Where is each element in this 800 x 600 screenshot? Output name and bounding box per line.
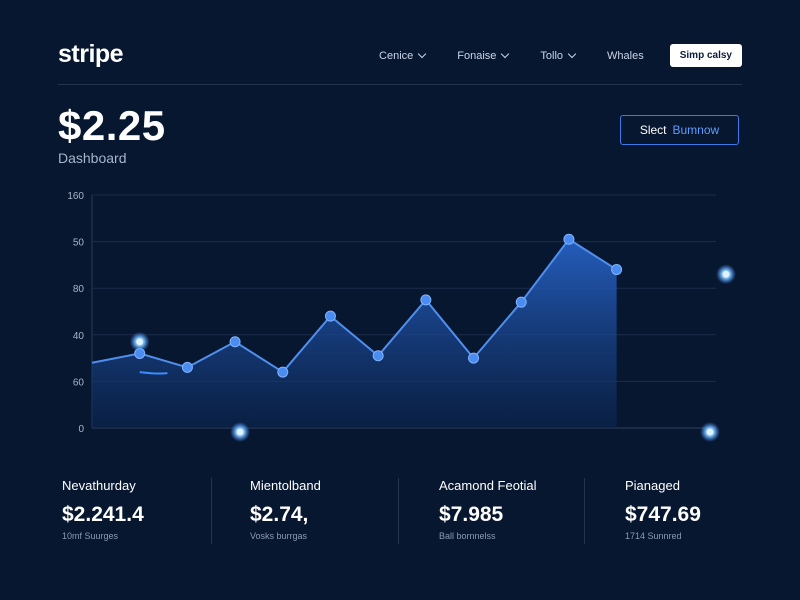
area-chart: 0 60 40 80 50 160	[67, 191, 736, 442]
select-button[interactable]: Slect Bumnow	[620, 115, 739, 145]
stat-title: Mientolband	[250, 478, 321, 493]
stat-title: Nevathurday	[62, 478, 136, 493]
nav-item-label: Tollo	[540, 49, 564, 62]
stat-subtext: Ball bornnelss	[439, 531, 496, 541]
data-point[interactable]	[324, 310, 336, 322]
data-point[interactable]	[277, 366, 289, 378]
stat-title: Acamond Feotial	[439, 478, 537, 493]
y-tick-label: 0	[78, 424, 84, 435]
y-tick-label: 40	[73, 331, 85, 342]
data-point[interactable]	[420, 294, 432, 306]
chevron-down-icon	[501, 49, 510, 58]
brand-logo[interactable]: stripe	[58, 40, 124, 69]
nav-item-tollo[interactable]: Tollo	[540, 49, 577, 62]
top-bar: stripe Cenice Fonaise Tollo Whales Simp …	[58, 40, 742, 72]
select-button-label: Slect	[639, 123, 667, 137]
highlight-marker-core	[722, 270, 730, 278]
stat-value: $7.985	[439, 503, 504, 526]
page-subtitle: Dashboard	[58, 150, 127, 166]
y-tick-label: 160	[67, 191, 84, 202]
stat-value: $747.69	[625, 503, 701, 526]
data-point[interactable]	[229, 336, 241, 348]
select-button-sublabel: Bumnow	[672, 123, 720, 137]
nav-item-fonaise[interactable]: Fonaise	[457, 49, 510, 62]
nav-cta-button[interactable]: Simp calsy	[669, 44, 742, 67]
nav-item-cenice[interactable]: Cenice	[379, 49, 427, 62]
nav-item-whales[interactable]: Whales	[607, 50, 644, 62]
highlight-marker-core	[236, 428, 244, 436]
data-point[interactable]	[563, 233, 575, 245]
stats-row: Nevathurday $2.241.4 10mf Suurges Miento…	[0, 478, 800, 548]
stat-card[interactable]: Pianaged $747.69 1714 Sunnred	[625, 478, 701, 541]
chevron-down-icon	[567, 49, 577, 58]
stat-subtext: 1714 Sunnred	[625, 531, 682, 541]
chevron-down-icon	[418, 49, 427, 58]
stat-subtext: 10mf Suurges	[62, 531, 119, 541]
chart-area	[91, 238, 618, 428]
y-tick-label: 60	[73, 377, 85, 388]
area-fill	[92, 239, 617, 428]
data-point[interactable]	[181, 361, 193, 373]
nav-item-label: Fonaise	[457, 49, 497, 62]
highlight-marker-core	[706, 428, 714, 436]
stat-title: Pianaged	[625, 478, 680, 493]
stat-value: $2.74,	[250, 503, 309, 526]
y-tick-label: 50	[73, 238, 85, 249]
nav-item-label: Whales	[607, 49, 644, 62]
y-axis: 0 60 40 80 50 160	[67, 191, 84, 435]
highlight-marker-core	[136, 338, 144, 346]
nav-item-label: Cenice	[379, 49, 414, 62]
data-point[interactable]	[372, 350, 384, 362]
stat-card[interactable]: Acamond Feotial $7.985 Ball bornnelss	[439, 478, 537, 541]
stat-card[interactable]: Nevathurday $2.241.4 10mf Suurges	[62, 478, 144, 541]
top-nav: Cenice Fonaise Tollo Whales Simp calsy	[347, 44, 742, 67]
header-divider	[58, 84, 742, 85]
stat-value: $2.241.4	[62, 503, 144, 526]
y-tick-label: 80	[73, 284, 85, 295]
data-point[interactable]	[611, 264, 623, 276]
data-point[interactable]	[468, 352, 480, 364]
stat-card[interactable]: Mientolband $2.74, Vosks burrgas	[250, 478, 321, 541]
stat-subtext: Vosks burrgas	[250, 531, 308, 541]
balance-value: $2.25	[58, 102, 166, 149]
data-point[interactable]	[515, 296, 527, 308]
